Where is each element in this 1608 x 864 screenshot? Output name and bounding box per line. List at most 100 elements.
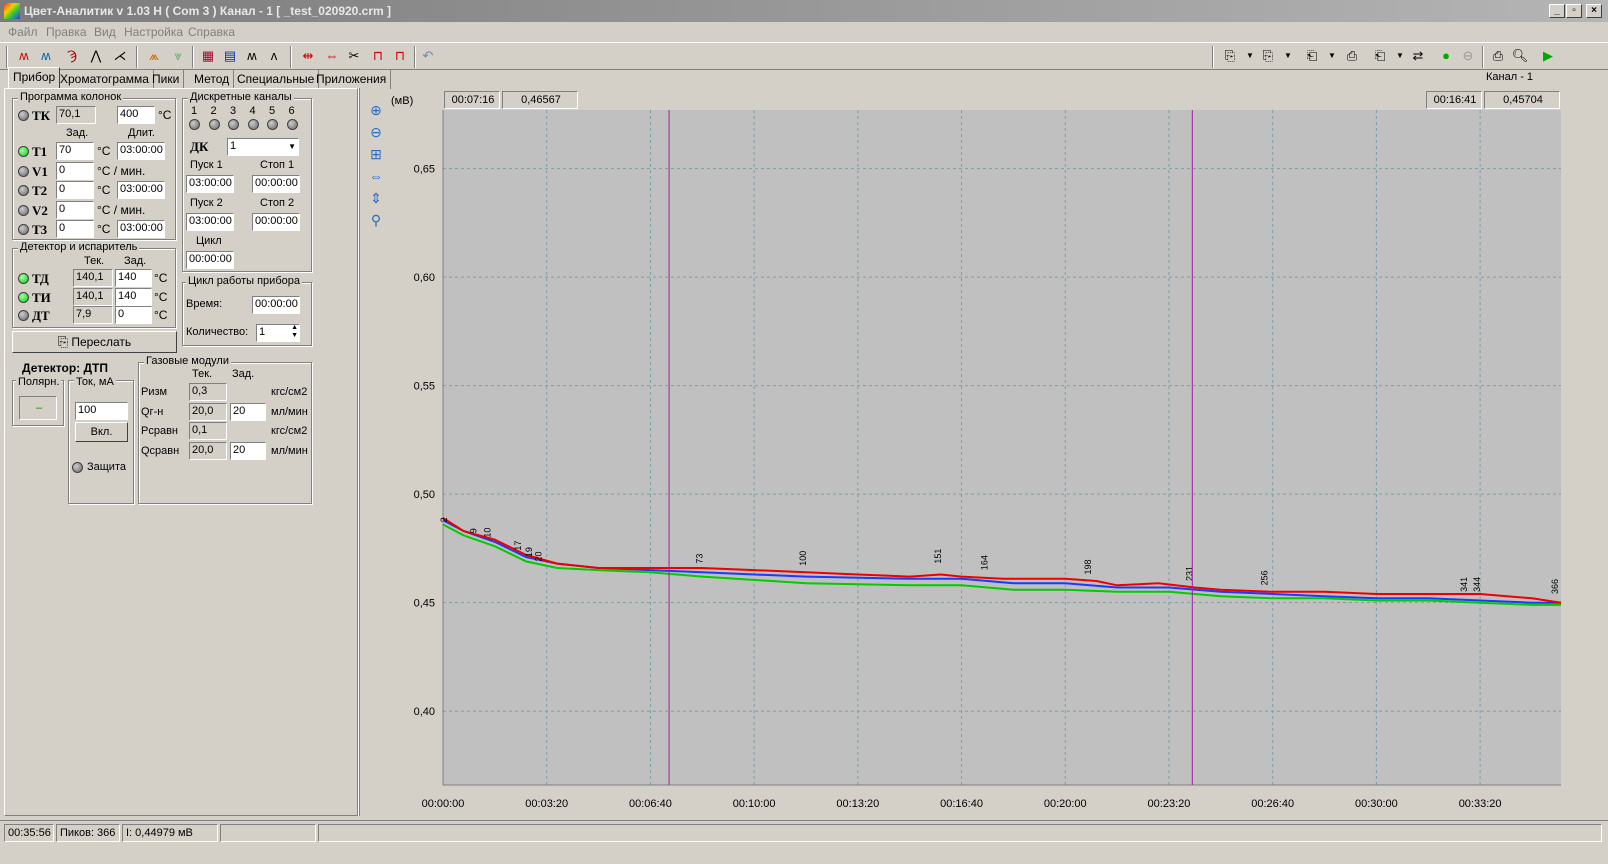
transfer-icon[interactable]: ⇄ <box>1408 46 1428 66</box>
column-row-value-input[interactable]: 70 <box>56 142 94 160</box>
column-row-value-input[interactable]: 0 <box>56 200 94 219</box>
tab-device[interactable]: Прибор <box>8 67 61 89</box>
spinner-arrows-icon[interactable]: ▲ ▼ <box>291 325 298 340</box>
peak-number-label: 344 <box>1472 577 1482 592</box>
column-row-value-input[interactable]: 0 <box>56 161 94 180</box>
evap-row-set-input[interactable]: 140 <box>115 269 152 287</box>
baseline-icon[interactable]: ⩕ <box>144 46 164 66</box>
column-row-duration-input[interactable]: 03:00:00 <box>117 220 165 238</box>
gas-row-current-field: 20,0 <box>189 402 227 421</box>
chevron-down-icon[interactable]: ▼ <box>1240 46 1260 66</box>
chevron-down-icon[interactable]: ▼ <box>1390 46 1410 66</box>
column-row-duration-input[interactable]: 03:00:00 <box>117 142 165 160</box>
start2-input[interactable]: 03:00:00 <box>186 213 234 231</box>
gas-row-set-input[interactable]: 20 <box>230 402 266 421</box>
copy-doc-icon[interactable]: ⎘ <box>1220 46 1240 66</box>
cursor-move-icon[interactable]: ⇹ <box>298 46 318 66</box>
chart-zoom-icon[interactable]: ▦ <box>198 46 218 66</box>
menu-help[interactable]: Справка <box>188 25 235 39</box>
menu-view[interactable]: Вид <box>94 25 116 39</box>
column-row-label: Т2 <box>32 183 48 198</box>
column-row-unit: °С <box>97 183 111 197</box>
evap-row-unit: °С <box>154 308 168 322</box>
status-time: 00:35:56 <box>4 824 54 842</box>
current-on-button[interactable]: Вкл. <box>75 422 128 442</box>
chevron-down-icon: ▼ <box>288 142 296 151</box>
minimize-button[interactable]: _ <box>1549 4 1565 18</box>
column-row-duration-input[interactable]: 03:00:00 <box>117 181 165 199</box>
chart-grid-icon[interactable]: ▤ <box>220 46 240 66</box>
menu-file[interactable]: Файл <box>8 25 38 39</box>
start1-input[interactable]: 03:00:00 <box>186 175 234 193</box>
chevron-down-icon[interactable]: ▼ <box>1278 46 1298 66</box>
maximize-button[interactable]: ▫ <box>1566 4 1582 18</box>
cut-icon[interactable]: ✂ <box>344 46 364 66</box>
gas-hdr-set: Зад. <box>232 368 255 380</box>
tab-chromatogram[interactable]: Хроматограмма <box>56 70 154 89</box>
discrete-channels-title: Дискретные каналы <box>188 91 294 103</box>
tab-applications[interactable]: Приложения <box>312 70 392 89</box>
toolbar-separator <box>414 46 416 68</box>
peak-number-label: 341 <box>1459 577 1469 592</box>
peak-mark-icon[interactable]: ʍ <box>14 46 34 66</box>
tk-set-input[interactable]: 400 <box>117 106 155 124</box>
stop1-input[interactable]: 00:00:00 <box>252 175 300 193</box>
x-tick-label: 00:06:40 <box>629 798 672 810</box>
chromatogram-chart[interactable]: 00:00:00 00:03:20 00:06:40 00:10:00 00:13:20… <box>360 88 1600 820</box>
column-row-value-input[interactable]: 0 <box>56 181 94 199</box>
dk-select[interactable]: 1 ▼ <box>227 138 299 156</box>
polarity-toggle[interactable]: – <box>19 396 57 420</box>
discrete-channel-indicator <box>267 119 278 130</box>
export-icon[interactable]: ⎗ <box>1370 46 1390 66</box>
print-preview-icon[interactable]: 🔍︎ <box>1510 46 1530 66</box>
gate-open-icon[interactable]: ⊓ <box>368 46 388 66</box>
peak-end-icon[interactable]: ⋌ <box>110 46 130 66</box>
y-tick-label: 0,65 <box>414 164 435 176</box>
paste-doc-icon[interactable]: ⎘ <box>1258 46 1278 66</box>
run-icon[interactable]: ▶ <box>1538 46 1558 66</box>
evap-row-set-input[interactable]: 140 <box>115 287 152 306</box>
tk-current-field: 70,1 <box>56 106 96 124</box>
open-icon[interactable]: ⎗ <box>1302 46 1322 66</box>
protect-label: Защита <box>87 461 126 473</box>
stop2-input[interactable]: 00:00:00 <box>252 213 300 231</box>
menu-edit[interactable]: Правка <box>46 25 87 39</box>
cycle-input[interactable]: 00:00:00 <box>186 251 234 269</box>
undo-icon[interactable]: ↶ <box>418 46 438 66</box>
peak-wave-icon[interactable]: ʍ <box>242 46 262 66</box>
current-input[interactable]: 100 <box>75 402 128 420</box>
print-icon[interactable]: ⎙ <box>1488 46 1508 66</box>
device-cycle-time-input[interactable]: 00:00:00 <box>252 296 300 314</box>
save-icon[interactable]: ⎙ <box>1342 46 1362 66</box>
tab-method[interactable]: Метод <box>190 70 235 89</box>
baseline-auto-icon[interactable]: ⩔ <box>168 46 188 66</box>
x-tick-label: 00:16:40 <box>940 798 983 810</box>
device-cycle-count-value: 1 <box>259 326 266 338</box>
x-tick-label: 00:23:20 <box>1148 798 1191 810</box>
disconnect-icon[interactable]: ⊖ <box>1458 46 1478 66</box>
toolbar-separator <box>136 46 138 68</box>
menu-settings[interactable]: Настройка <box>124 25 183 39</box>
peak-split-icon[interactable]: ⋀ <box>86 46 106 66</box>
cursor-range-icon[interactable]: ⇔ <box>322 46 342 66</box>
close-button[interactable]: × <box>1586 4 1602 18</box>
peak-start-icon[interactable]: Ϡ <box>62 46 82 66</box>
chevron-down-icon[interactable]: ▼ <box>1322 46 1342 66</box>
evap-row-current-field: 140,1 <box>73 287 113 306</box>
tab-special[interactable]: Специальные <box>233 70 320 89</box>
tab-peaks[interactable]: Пики <box>148 70 185 89</box>
device-cycle-count-spinner[interactable]: 1 ▲ ▼ <box>256 324 300 342</box>
evap-row-set-input[interactable]: 0 <box>115 306 152 324</box>
gas-row-set-input[interactable]: 20 <box>230 441 266 460</box>
polarity-label: Полярн. <box>16 376 62 388</box>
peak-unmark-icon[interactable]: ʍ <box>36 46 56 66</box>
gate-close-icon[interactable]: ⊓ <box>390 46 410 66</box>
status-intensity: I: 0,44979 мВ <box>122 824 218 842</box>
connect-icon[interactable]: ● <box>1436 46 1456 66</box>
send-button[interactable]: ⎘ Переслать <box>12 331 177 353</box>
peak-double-icon[interactable]: ʌ <box>264 46 284 66</box>
dk-select-value: 1 <box>230 140 237 152</box>
column-row-value-input[interactable]: 0 <box>56 220 94 238</box>
gas-hdr-current: Тек. <box>192 368 213 380</box>
peak-number-label: 100 <box>798 551 808 566</box>
